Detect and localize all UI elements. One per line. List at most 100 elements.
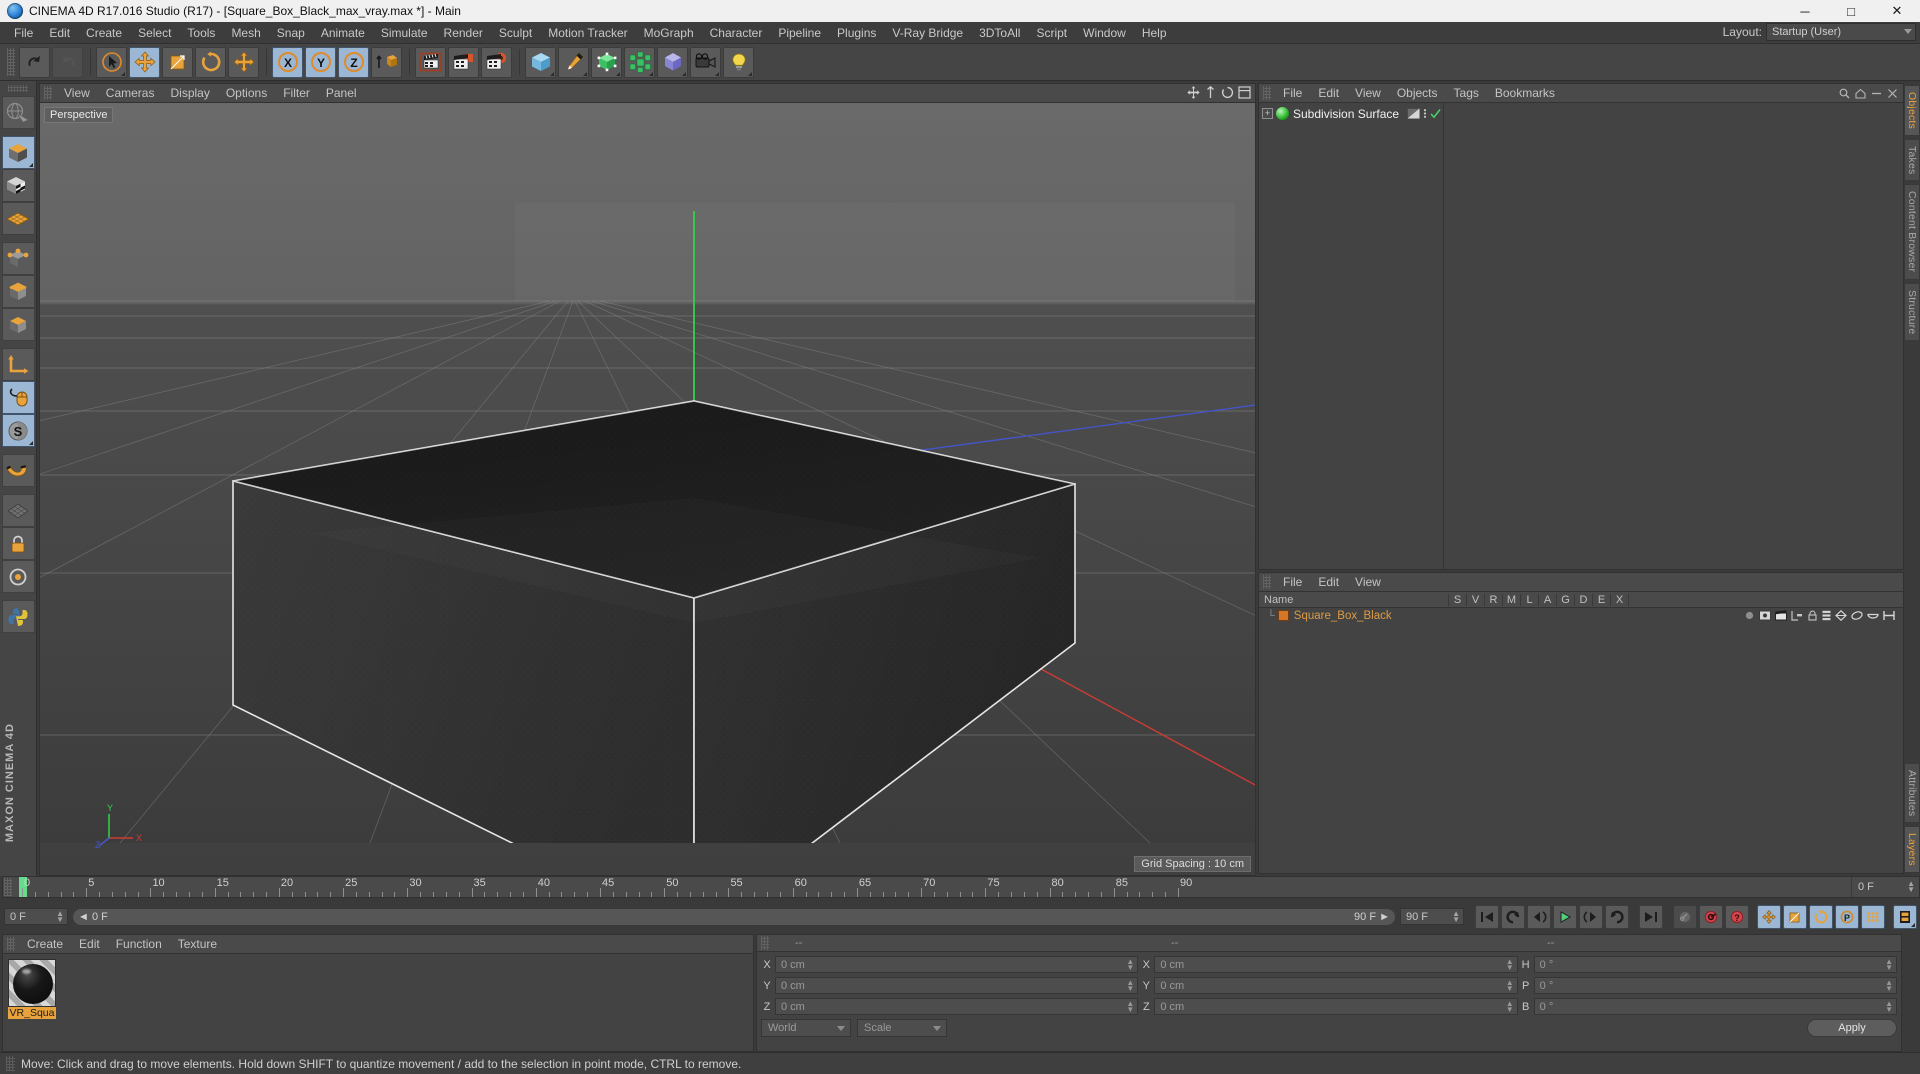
minimize-panel-icon[interactable] [1871, 88, 1882, 99]
render-settings-button[interactable] [481, 46, 512, 78]
render-view-button[interactable] [415, 46, 446, 78]
dots-tag-icon[interactable] [1423, 108, 1427, 119]
add-spline-button[interactable] [558, 46, 589, 78]
lock-icon[interactable] [1807, 610, 1818, 621]
attrmgr-menu-file[interactable]: File [1275, 573, 1310, 592]
light-bulb-button[interactable] [723, 46, 754, 78]
rotate-tool-button[interactable] [195, 46, 226, 78]
compositing-icon[interactable] [1791, 610, 1803, 621]
viewport-menu-grip[interactable] [44, 86, 52, 100]
status-bar-grip[interactable] [6, 1056, 15, 1071]
object-row-subdivision-surface[interactable]: + Subdivision Surface [1259, 105, 1443, 122]
menu-item-tools[interactable]: Tools [179, 22, 223, 44]
position-key-button[interactable] [1757, 904, 1781, 929]
stepper-icon[interactable]: ▲ ▼ [1126, 979, 1134, 993]
object-manager-body[interactable]: + Subdivision Surface [1259, 103, 1903, 569]
render-icon[interactable] [1775, 610, 1787, 621]
input-position-z[interactable]: 0 cm ▲ ▼ [775, 998, 1139, 1015]
stepper-icon[interactable]: ▲ ▼ [1885, 979, 1893, 993]
layer-row-square-box-black[interactable]: └ Square_Box_Black [1259, 608, 1903, 623]
layer-color-swatch[interactable] [1277, 610, 1289, 621]
viewport-3d-canvas[interactable]: Perspective Y X Z Grid Spacing: 10 cm [39, 102, 1256, 876]
material-manager-grip[interactable] [7, 937, 15, 951]
stepper-icon[interactable]: ▲ ▼ [1885, 958, 1893, 972]
check-tag-icon[interactable] [1430, 108, 1441, 119]
lock-x-axis-button[interactable]: X [272, 46, 303, 78]
add-cube-button[interactable] [525, 46, 556, 78]
menu-item-file[interactable]: File [6, 22, 41, 44]
input-position-y[interactable]: 0 cm ▲ ▼ [775, 977, 1139, 994]
uv-mesh-button[interactable] [1, 202, 35, 235]
lock-workplane-button[interactable] [1, 527, 35, 560]
maximize-view-icon[interactable] [1238, 86, 1251, 99]
display-icon[interactable] [1759, 610, 1771, 621]
toolbar-grip[interactable] [7, 48, 15, 76]
maximize-button[interactable]: □ [1828, 0, 1874, 22]
material-item[interactable]: VR_Squa [8, 959, 56, 1019]
timeline-ruler-track[interactable]: 0 5 10 15 20 25 30 35 40 45 50 55 60 65 70 75 80 85 90 [14, 877, 1851, 897]
menu-item-window[interactable]: Window [1075, 22, 1134, 44]
workplane-button[interactable] [1, 494, 35, 527]
menu-item-edit[interactable]: Edit [41, 22, 78, 44]
layout-dropdown[interactable]: Startup (User) [1766, 23, 1916, 41]
viewport-solo-button[interactable] [1, 560, 35, 593]
texture-axis-button[interactable] [1, 169, 35, 202]
array-button[interactable] [624, 46, 655, 78]
column-header-e[interactable]: E [1593, 593, 1611, 606]
scale-view-icon[interactable] [1204, 86, 1217, 99]
lock-z-axis-button[interactable]: Z [338, 46, 369, 78]
timeline-button[interactable] [1893, 904, 1917, 929]
stepper-icon[interactable]: ▲ ▼ [1126, 1000, 1134, 1014]
scale-key-button[interactable] [1783, 904, 1807, 929]
menu-item-select[interactable]: Select [130, 22, 179, 44]
timeline-end-field[interactable]: 0 F ▲ ▼ [1851, 877, 1919, 897]
tab-takes[interactable]: Takes [1904, 139, 1920, 182]
black-sphere-preview[interactable] [8, 959, 56, 1007]
rotation-key-button[interactable] [1809, 904, 1833, 929]
stepper-icon[interactable]: ▲ ▼ [1452, 910, 1460, 924]
move-duplicate-button[interactable] [228, 46, 259, 78]
stepper-icon[interactable]: ▲ ▼ [1126, 958, 1134, 972]
live-selection-button[interactable] [96, 46, 127, 78]
generate-icon[interactable] [1835, 610, 1847, 621]
stepper-icon[interactable]: ▲ ▼ [1506, 1000, 1514, 1014]
menu-item-motion-tracker[interactable]: Motion Tracker [540, 22, 635, 44]
move-view-icon[interactable] [1187, 86, 1200, 99]
rotate-view-icon[interactable] [1221, 86, 1234, 99]
close-panel-icon[interactable] [1887, 88, 1898, 99]
menu-item-help[interactable]: Help [1134, 22, 1175, 44]
column-header-g[interactable]: G [1557, 593, 1575, 606]
object-tree[interactable]: + Subdivision Surface [1259, 103, 1444, 569]
points-mode-button[interactable] [1, 242, 35, 275]
dot-icon[interactable] [1744, 610, 1755, 621]
search-icon[interactable] [1839, 88, 1850, 99]
stepper-icon[interactable]: ▲ ▼ [1506, 958, 1514, 972]
next-frame-button[interactable] [1579, 904, 1603, 929]
menu-item-render[interactable]: Render [436, 22, 491, 44]
menu-item-mesh[interactable]: Mesh [223, 22, 268, 44]
timeline-grip[interactable] [4, 878, 12, 896]
stepper-icon[interactable]: ▲ ▼ [1506, 979, 1514, 993]
dynamics-icon[interactable] [1867, 610, 1879, 621]
attribute-manager-grip[interactable] [1263, 575, 1271, 589]
tab-objects[interactable]: Objects [1904, 85, 1920, 136]
tab-attributes[interactable]: Attributes [1904, 762, 1920, 824]
autokeying-button[interactable] [1699, 904, 1723, 929]
column-header-s[interactable]: S [1449, 593, 1467, 606]
viewport-mode-button[interactable] [1, 96, 35, 129]
play-loop-button[interactable] [1605, 904, 1629, 929]
apply-button[interactable]: Apply [1807, 1019, 1897, 1037]
menu-item-character[interactable]: Character [702, 22, 771, 44]
record-active-objects-button[interactable] [1673, 904, 1697, 929]
go-to-start-button[interactable] [1475, 904, 1499, 929]
world-object-coord-button[interactable] [371, 46, 402, 78]
snap-settings-button[interactable]: S [1, 414, 35, 447]
menu-item-animate[interactable]: Animate [313, 22, 373, 44]
menu-item-script[interactable]: Script [1028, 22, 1075, 44]
undo-button[interactable] [19, 46, 50, 78]
object-manager-tag-area[interactable] [1444, 103, 1903, 569]
play-backwards-button[interactable] [1501, 904, 1525, 929]
menu-item-vray-bridge[interactable]: V-Ray Bridge [884, 22, 971, 44]
left-toolbar-grip[interactable] [8, 85, 28, 92]
column-header-l[interactable]: L [1521, 593, 1539, 606]
